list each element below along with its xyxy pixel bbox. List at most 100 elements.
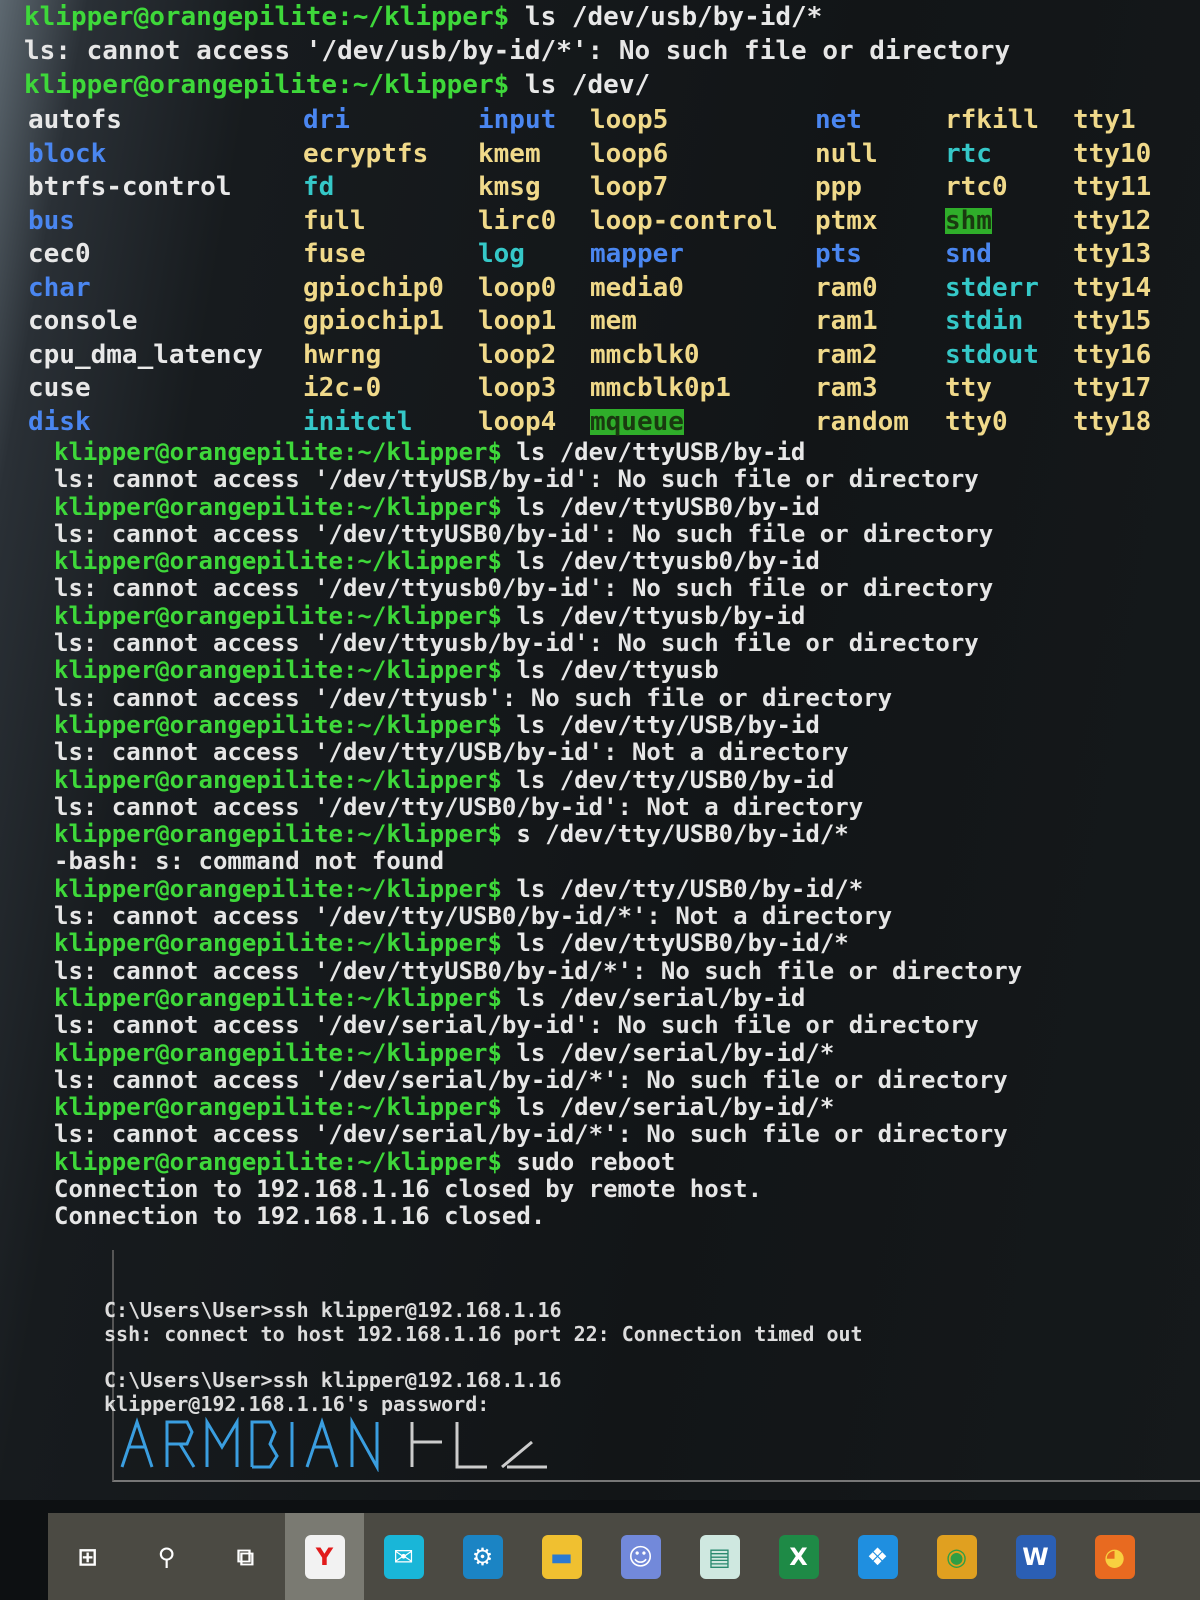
output-line: ls: cannot access '/dev/ttyUSB/by-id': N…: [54, 465, 979, 494]
dev-entry: tty14: [1073, 272, 1163, 306]
dev-entry-name: bus: [28, 205, 75, 236]
output-line: ls: cannot access '/dev/ttyusb/by-id': N…: [54, 629, 979, 658]
excel-taskbar-button[interactable]: X: [759, 1513, 838, 1600]
dev-entry: rfkill: [945, 104, 1073, 138]
dev-entry-name: btrfs-control: [28, 172, 232, 202]
dev-entry-name: loop-control: [590, 205, 778, 236]
command-line: klipper@orangepilite:~/klipper$ sudo reb…: [54, 1147, 1200, 1176]
dev-entry-name: ecryptfs: [303, 138, 429, 169]
dev-entry-name: gpiochip1: [303, 306, 444, 336]
output-line: ls: cannot access '/dev/tty/USB/by-id': …: [54, 738, 849, 767]
command-text: ls /dev/ttyUSB0/by-id/*: [501, 929, 849, 958]
dev-entry: loop4: [478, 406, 590, 440]
command-text: ls /dev/ttyusb0/by-id: [501, 547, 820, 576]
command-text: sudo reboot: [501, 1147, 676, 1176]
yandex-browser-icon: Y: [304, 1534, 345, 1579]
dev-entry-name: net: [815, 105, 862, 135]
dev-entry-name: ptmx: [815, 205, 878, 236]
mail-taskbar-button[interactable]: ✉: [364, 1513, 443, 1600]
dropbox-icon: ❖: [857, 1534, 898, 1579]
dev-entry-name: stdout: [945, 339, 1039, 370]
shell-prompt: klipper@orangepilite:~/klipper$: [54, 601, 502, 630]
output-line: C:\Users\User>ssh klipper@192.168.1.16: [104, 1298, 562, 1322]
word-taskbar-button[interactable]: W: [996, 1513, 1075, 1600]
dev-entry-name: tty0: [945, 406, 1008, 437]
dev-entry-name: lirc0: [478, 205, 557, 236]
dev-entry: btrfs-control: [28, 171, 303, 205]
dev-entry: ptmx: [815, 205, 945, 239]
dev-entry-name: null: [815, 138, 878, 169]
output-line: ls: cannot access '/dev/ttyUSB0/by-id/*'…: [54, 956, 1023, 985]
windows-start-icon: ⊞: [77, 1542, 98, 1571]
dev-entry-name: tty16: [1073, 339, 1152, 370]
notes-app-taskbar-button[interactable]: ▤: [680, 1513, 759, 1600]
chrome-taskbar-button[interactable]: ◉: [917, 1513, 996, 1600]
windows-start-taskbar-button[interactable]: ⊞: [48, 1513, 127, 1600]
steam-taskbar-button[interactable]: ⚙: [443, 1513, 522, 1600]
armbian-banner-art: [120, 1416, 547, 1472]
dev-entry: tty17: [1073, 372, 1163, 406]
dev-entry: loop6: [590, 138, 815, 172]
dev-entry-name: dri: [303, 105, 350, 135]
firefox-taskbar-button[interactable]: ◕: [1075, 1513, 1154, 1600]
shell-prompt: klipper@orangepilite:~/klipper$: [54, 929, 502, 958]
dev-entry-name: random: [815, 406, 909, 437]
shell-prompt: klipper@orangepilite:~/klipper$: [24, 2, 510, 32]
shell-prompt: klipper@orangepilite:~/klipper$: [24, 70, 510, 100]
dev-entry: fd: [303, 171, 478, 205]
dev-entry: dri: [303, 104, 478, 138]
dev-entry: pts: [815, 238, 945, 272]
dev-entry-name: ram2: [815, 339, 878, 370]
dev-entry-name: loop2: [478, 339, 557, 370]
dev-entry-name: rfkill: [945, 105, 1039, 135]
shell-prompt: klipper@orangepilite:~/klipper$: [54, 710, 502, 739]
dev-entry: full: [303, 205, 478, 239]
dev-entry-name: block: [28, 138, 107, 169]
dev-entry: tty12: [1073, 205, 1163, 239]
shell-prompt: klipper@orangepilite:~/klipper$: [54, 1038, 502, 1067]
dev-entry: ram3: [815, 372, 945, 406]
shell-prompt: klipper@orangepilite:~/klipper$: [54, 874, 502, 903]
dev-entry-name: tty1: [1073, 105, 1136, 135]
command-line: klipper@orangepilite:~/klipper$ ls /dev/: [24, 68, 1200, 102]
dev-entry-name: tty14: [1073, 272, 1152, 303]
dev-entry: gpiochip0: [303, 272, 478, 306]
dev-entry-name: loop0: [478, 272, 557, 303]
command-line: klipper@orangepilite:~/klipper$ ls /dev/…: [54, 874, 1200, 903]
shell-prompt: klipper@orangepilite:~/klipper$: [54, 492, 502, 521]
dev-entry-name: disk: [28, 406, 91, 437]
terminal[interactable]: klipper@orangepilite:~/klipper$ ls /dev/…: [24, 0, 1200, 1231]
dev-entry: mem: [590, 305, 815, 339]
dev-directory-listing: autofs dri input loop5 net rfkill tty1 block ecr…: [28, 104, 1200, 439]
steam-icon: ⚙: [462, 1534, 503, 1579]
dev-entry-name: shm: [945, 205, 992, 236]
command-line: klipper@orangepilite:~/klipper$ ls /dev/…: [54, 657, 1200, 684]
dev-entry-name: loop4: [478, 406, 557, 437]
dev-entry-name: kmsg: [478, 172, 541, 202]
dev-entry: tty0: [945, 406, 1073, 440]
dev-entry: bus: [28, 205, 303, 239]
yandex-browser-taskbar-button[interactable]: Y: [285, 1513, 364, 1600]
command-text: ls /dev/serial/by-id/*: [501, 1093, 835, 1122]
dev-entry: loop1: [478, 305, 590, 339]
file-explorer-taskbar-button[interactable]: ▬: [522, 1513, 601, 1600]
command-line: klipper@orangepilite:~/klipper$ s /dev/t…: [54, 821, 1200, 848]
dev-entry-name: mqueue: [590, 406, 684, 437]
discord-taskbar-button[interactable]: ☺: [601, 1513, 680, 1600]
dev-entry-name: hwrng: [303, 339, 382, 370]
dev-entry-name: tty18: [1073, 406, 1152, 437]
task-view-taskbar-button[interactable]: ⧉: [206, 1513, 285, 1600]
file-explorer-icon: ▬: [541, 1534, 582, 1579]
dev-entry: hwrng: [303, 339, 478, 373]
dev-entry-name: tty17: [1073, 373, 1152, 403]
dev-entry: initctl: [303, 406, 478, 440]
dev-entry-name: cuse: [28, 373, 91, 403]
search-taskbar-button[interactable]: ⚲: [127, 1513, 206, 1600]
output-line: ls: cannot access '/dev/serial/by-id': N…: [54, 1011, 979, 1040]
dropbox-taskbar-button[interactable]: ❖: [838, 1513, 917, 1600]
dev-entry: tty13: [1073, 238, 1163, 272]
dev-entry: input: [478, 104, 590, 138]
dev-entry: stdin: [945, 305, 1073, 339]
dev-entry: loop5: [590, 104, 815, 138]
dev-entry-name: tty12: [1073, 205, 1152, 236]
